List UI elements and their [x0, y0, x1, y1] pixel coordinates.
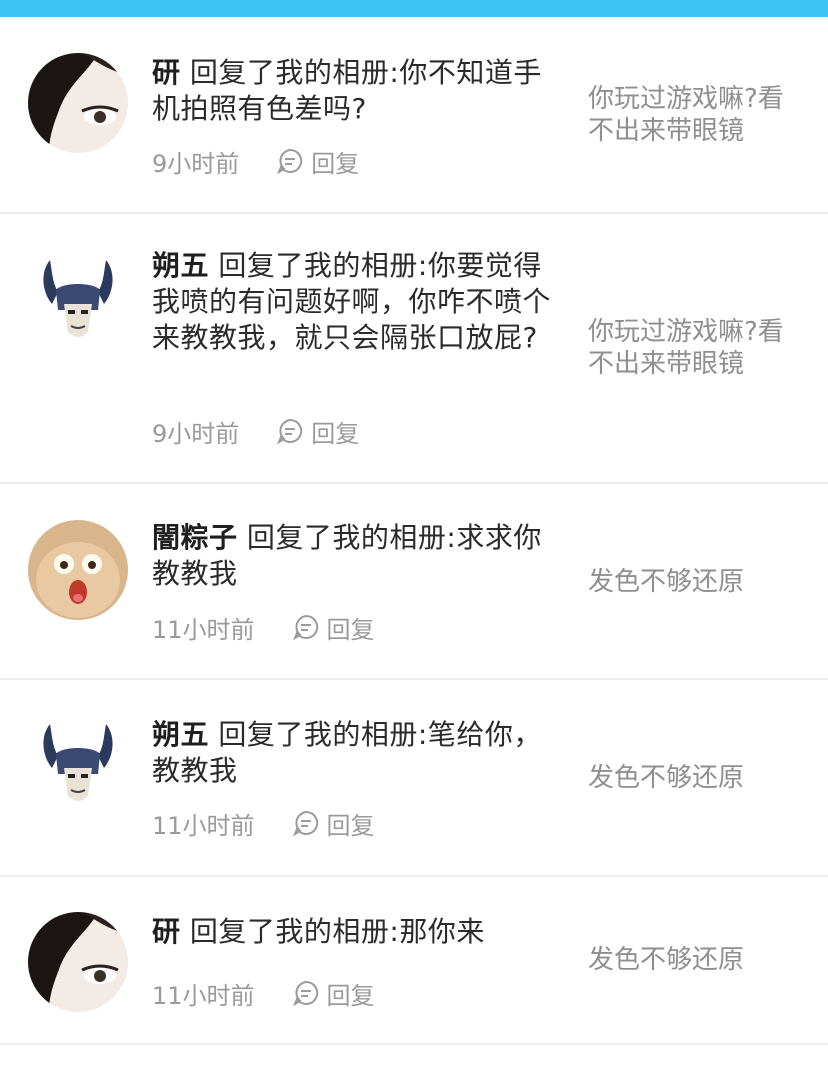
notification-message: 朔五 回复了我的相册:笔给你，教教我 [152, 717, 557, 789]
reply-label: 回复 [326, 615, 375, 644]
notification-message: 研 回复了我的相册:那你来 [152, 914, 557, 950]
action-text: 回复了我的相册: [189, 56, 400, 89]
reply-label: 回复 [326, 981, 375, 1010]
notification-item[interactable]: 研 回复了我的相册:那你来 11小时前 回复 发色不够还原 [0, 877, 828, 1045]
comment-icon [292, 980, 318, 1006]
avatar[interactable] [28, 520, 128, 620]
top-accent-bar [0, 0, 828, 17]
meta-row: 11小时前 回复 [152, 806, 375, 841]
action-text: 回复了我的相册: [218, 249, 428, 282]
comment-icon [277, 148, 303, 174]
timestamp: 11小时前 [152, 981, 255, 1010]
reply-button[interactable]: 回复 [277, 144, 359, 179]
avatar[interactable] [28, 252, 128, 352]
horned-helmet-avatar-icon [28, 252, 128, 352]
reply-label: 回复 [326, 811, 375, 840]
reply-button[interactable]: 回复 [292, 610, 375, 645]
reply-text: 那你来 [399, 915, 485, 948]
girl-avatar-icon [28, 912, 128, 1012]
quoted-comment[interactable]: 你玩过游戏嘛?看不出来带眼镜 [588, 316, 808, 380]
action-text: 回复了我的相册: [246, 521, 457, 554]
timestamp: 9小时前 [152, 419, 240, 448]
timestamp: 11小时前 [152, 811, 255, 840]
username[interactable]: 朔五 [152, 249, 209, 282]
notification-message: 朔五 回复了我的相册:你要觉得我喷的有问题好啊，你咋不喷个来教教我，就只会隔张口… [152, 248, 557, 356]
notification-item[interactable]: 闇粽子 回复了我的相册:求求你教教我 11小时前 回复 发色不够还原 [0, 484, 828, 680]
horned-helmet-avatar-icon [28, 716, 128, 816]
meta-row: 9小时前 回复 [152, 414, 359, 449]
username[interactable]: 朔五 [152, 718, 209, 751]
quoted-comment[interactable]: 发色不够还原 [588, 566, 808, 598]
meta-row: 11小时前 回复 [152, 610, 375, 645]
reply-label: 回复 [311, 149, 360, 178]
meta-row: 9小时前 回复 [152, 144, 359, 179]
username[interactable]: 闇粽子 [152, 521, 238, 554]
reply-button[interactable]: 回复 [292, 806, 375, 841]
username[interactable]: 研 [152, 915, 181, 948]
quoted-comment[interactable]: 你玩过游戏嘛?看不出来带眼镜 [588, 83, 808, 147]
action-text: 回复了我的相册: [218, 718, 428, 751]
notification-message: 闇粽子 回复了我的相册:求求你教教我 [152, 520, 557, 592]
cat-avatar-icon [28, 520, 128, 620]
timestamp: 11小时前 [152, 615, 255, 644]
avatar[interactable] [28, 716, 128, 816]
notification-item[interactable]: 研 回复了我的相册:你不知道手机拍照有色差吗? 9小时前 回复 你玩过游戏嘛?看… [0, 17, 828, 214]
comment-icon [292, 614, 318, 640]
reply-label: 回复 [311, 419, 360, 448]
action-text: 回复了我的相册: [189, 915, 400, 948]
quoted-comment[interactable]: 发色不够还原 [588, 944, 808, 976]
comment-icon [277, 418, 303, 444]
notification-item[interactable]: 朔五 回复了我的相册:笔给你，教教我 11小时前 回复 发色不够还原 [0, 680, 828, 877]
quoted-comment[interactable]: 发色不够还原 [588, 762, 808, 794]
avatar[interactable] [28, 53, 128, 153]
reply-button[interactable]: 回复 [277, 414, 359, 449]
girl-avatar-icon [28, 53, 128, 153]
notification-item[interactable]: 朔五 回复了我的相册:你要觉得我喷的有问题好啊，你咋不喷个来教教我，就只会隔张口… [0, 214, 828, 484]
username[interactable]: 研 [152, 56, 181, 89]
notification-message: 研 回复了我的相册:你不知道手机拍照有色差吗? [152, 55, 557, 127]
avatar[interactable] [28, 912, 128, 1012]
reply-button[interactable]: 回复 [292, 976, 375, 1011]
timestamp: 9小时前 [152, 149, 240, 178]
meta-row: 11小时前 回复 [152, 976, 375, 1011]
comment-icon [292, 810, 318, 836]
